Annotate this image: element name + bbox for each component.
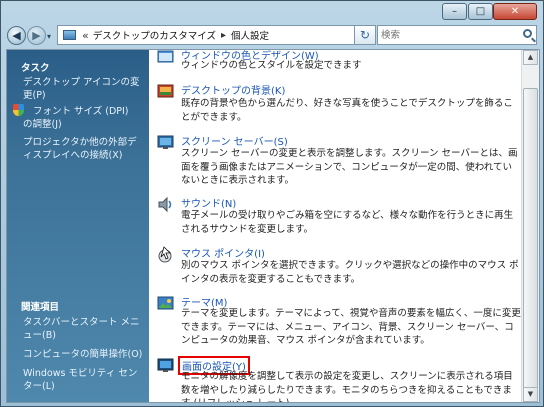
- forward-button[interactable]: ▶: [27, 26, 46, 45]
- item-desc-theme: テーマを変更します。テーマによって、視覚や音声の要素を幅広く、一度に変更できます…: [181, 308, 521, 346]
- task-link-projector[interactable]: プロジェクタか他の外部ディスプレイへの接続(X): [23, 136, 143, 162]
- control-panel-window: – □ ✕ ◀ ▶ ▾ « デスクトップのカスタマイズ ▸ 個人設定 ▾ ↻ タ…: [0, 0, 544, 407]
- item-title-screensaver[interactable]: スクリーン セーバー(S): [181, 133, 288, 148]
- task-link-desktop-icons[interactable]: デスクトップ アイコンの変更(P): [23, 76, 143, 102]
- screensaver-icon: [157, 135, 174, 149]
- scroll-up-button[interactable]: ▲: [523, 50, 538, 65]
- search-icon[interactable]: [523, 29, 532, 38]
- maximize-icon: □: [475, 6, 486, 17]
- breadcrumb-separator-icon[interactable]: ▸: [221, 30, 226, 41]
- item-desc-display-settings: モニタの解像度を調整して表示の設定を変更し、スクリーンに表示される項目数を増やし…: [181, 371, 513, 402]
- breadcrumb-personalization[interactable]: 個人設定: [231, 28, 269, 42]
- desktop-background-icon: [157, 84, 174, 98]
- related-heading: 関連項目: [21, 302, 60, 313]
- item-desc-sound: 電子メールの受け取りやごみ箱を空にするなど、様々な動作を行うときに再生されるサウ…: [181, 210, 514, 235]
- minimize-icon: –: [452, 6, 457, 17]
- search-input[interactable]: [378, 26, 511, 44]
- maximize-button[interactable]: □: [468, 3, 493, 20]
- back-arrow-icon: ◀: [12, 29, 21, 42]
- control-panel-icon: [63, 30, 76, 40]
- sound-icon: [158, 196, 172, 213]
- search-box[interactable]: [377, 25, 537, 45]
- scrollbar-thumb[interactable]: [523, 88, 538, 390]
- close-icon: ✕: [510, 6, 520, 17]
- vertical-scrollbar[interactable]: ▲ ▼: [521, 50, 539, 402]
- scroll-down-button[interactable]: ▼: [523, 387, 538, 402]
- refresh-button[interactable]: ↻: [354, 25, 376, 45]
- refresh-icon: ↻: [359, 28, 371, 42]
- content-area: タスク デスクトップ アイコンの変更(P) フォント サイズ (DPI) の調整…: [6, 49, 540, 403]
- related-link-mobility-center[interactable]: Windows モビリティ センター(L): [23, 367, 143, 393]
- task-link-font-size[interactable]: フォント サイズ (DPI) の調整(J): [23, 105, 135, 131]
- item-title-mouse-pointer[interactable]: マウス ポインタ(I): [181, 245, 265, 260]
- item-desc-window-color: ウィンドウの色とスタイルを設定できます: [181, 60, 362, 71]
- recent-pages-dropdown[interactable]: ▾: [47, 32, 51, 41]
- related-link-taskbar[interactable]: タスクバーとスタート メニュー(B): [23, 316, 143, 342]
- related-link-ease-of-access[interactable]: コンピュータの簡単操作(O): [23, 348, 143, 361]
- item-desc-screensaver: スクリーン セーバーの変更と表示を調整します。スクリーン セーバーとは、画面を覆…: [181, 148, 518, 186]
- theme-icon: [157, 296, 174, 310]
- display-settings-icon: [157, 358, 174, 372]
- window-color-icon: [157, 50, 174, 63]
- minimize-button[interactable]: –: [442, 3, 467, 20]
- address-bar[interactable]: « デスクトップのカスタマイズ ▸ 個人設定 ▾: [57, 25, 365, 45]
- back-button[interactable]: ◀: [7, 26, 26, 45]
- personalization-list: ウィンドウの色とデザイン(W) ウィンドウの色とスタイルを設定できます デスクト…: [149, 50, 524, 402]
- item-desc-mouse-pointer: 別のマウス ポインタを選択できます。クリックや選択などの操作中のマウス ポインタ…: [181, 260, 519, 285]
- item-desc-desktop-background: 既存の背景や色から選んだり、好きな写真を使うことでデスクトップを飾ることができま…: [181, 98, 513, 123]
- item-title-sound[interactable]: サウンド(N): [181, 195, 236, 210]
- mouse-pointer-icon: [158, 246, 172, 263]
- address-overflow-chevron[interactable]: «: [82, 29, 89, 42]
- task-pane: タスク デスクトップ アイコンの変更(P) フォント サイズ (DPI) の調整…: [7, 50, 149, 402]
- tasks-heading: タスク: [21, 63, 50, 74]
- breadcrumb-customize-desktop[interactable]: デスクトップのカスタマイズ: [93, 28, 216, 42]
- item-title-desktop-background[interactable]: デスクトップの背景(K): [181, 82, 285, 97]
- close-button[interactable]: ✕: [493, 3, 537, 20]
- forward-arrow-icon: ▶: [32, 29, 41, 42]
